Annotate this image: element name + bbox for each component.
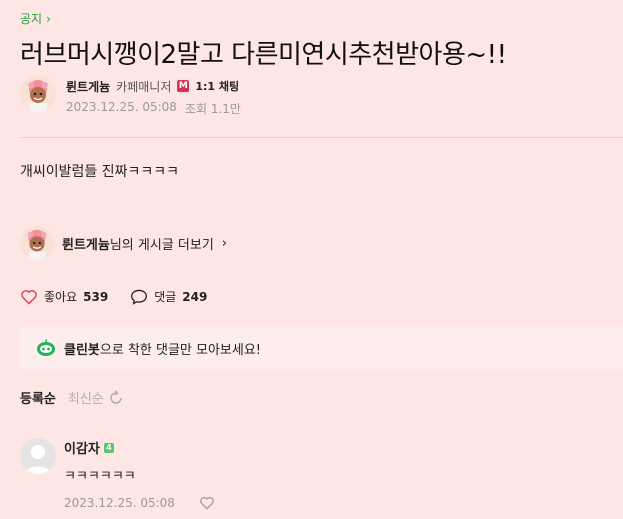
board-link[interactable]: 공지 ›: [20, 10, 51, 27]
board-label: 공지: [20, 12, 43, 26]
sort-latest-label: 최신순: [67, 392, 104, 407]
post-author: 륀트게늄 카페매니저 M 1:1 채팅 2023.12.25. 05:08 조회…: [20, 76, 241, 117]
cleanbot-text: 으로 착한 댓글만 모아보세요!: [99, 342, 262, 358]
level-badge-icon: 4: [103, 442, 114, 453]
post-title: 러브머시깽이2말고 다른미연시추천받아용~!!: [20, 40, 507, 70]
cleanbot-banner[interactable]: 클린봇으로 착한 댓글만 모아보세요!: [20, 327, 623, 369]
chevron-right-icon: ›: [221, 235, 227, 251]
author-avatar[interactable]: [20, 76, 56, 112]
more-posts-author: 륀트게늄: [62, 237, 110, 253]
author-role: 카페매니저: [116, 79, 172, 94]
more-posts-link[interactable]: 륀트게늄님의 게시글 더보기 ›: [20, 226, 227, 260]
commenter-avatar[interactable]: [20, 438, 56, 474]
cleanbot-icon: [37, 339, 55, 356]
refresh-icon: [110, 389, 122, 404]
heart-icon: [21, 289, 37, 305]
comment-button[interactable]: 댓글 249: [130, 288, 207, 305]
more-posts-label: 님의 게시글 더보기: [109, 237, 214, 253]
view-count: 조회 1.1만: [184, 102, 241, 116]
sort-registered[interactable]: 등록순: [20, 388, 56, 407]
author-avatar: [20, 226, 54, 260]
comment-text: ㅋㅋㅋㅋㅋㅋ: [64, 469, 136, 484]
divider: [20, 137, 623, 138]
comment-sort: 등록순 최신순: [20, 388, 124, 407]
sort-latest[interactable]: 최신순: [68, 388, 124, 407]
comment-item: 이감자 4 ㅋㅋㅋㅋㅋㅋ 2023.12.25. 05:08: [20, 438, 215, 510]
commenter-name[interactable]: 이감자: [64, 438, 100, 457]
post-body: 개씨이발럼들 진짜ㅋㅋㅋㅋ: [20, 164, 180, 180]
post-actions: 좋아요 539 댓글 249: [20, 288, 207, 305]
comment-count: 249: [182, 289, 208, 304]
chevron-right-icon: ›: [46, 11, 51, 26]
manager-badge-icon: M: [177, 80, 190, 92]
author-name[interactable]: 륀트게늄: [66, 78, 110, 95]
comment-label: 댓글: [154, 290, 177, 304]
like-button[interactable]: 좋아요 539: [20, 288, 108, 305]
like-label: 좋아요: [44, 290, 78, 304]
cleanbot-name: 클린봇: [64, 342, 100, 358]
post-date: 2023.12.25. 05:08: [66, 100, 177, 114]
comment-date: 2023.12.25. 05:08: [64, 496, 175, 510]
like-count: 539: [83, 289, 109, 304]
chat-button[interactable]: 1:1 채팅: [195, 78, 239, 94]
heart-icon[interactable]: [199, 496, 215, 510]
comment-icon: [131, 289, 148, 305]
